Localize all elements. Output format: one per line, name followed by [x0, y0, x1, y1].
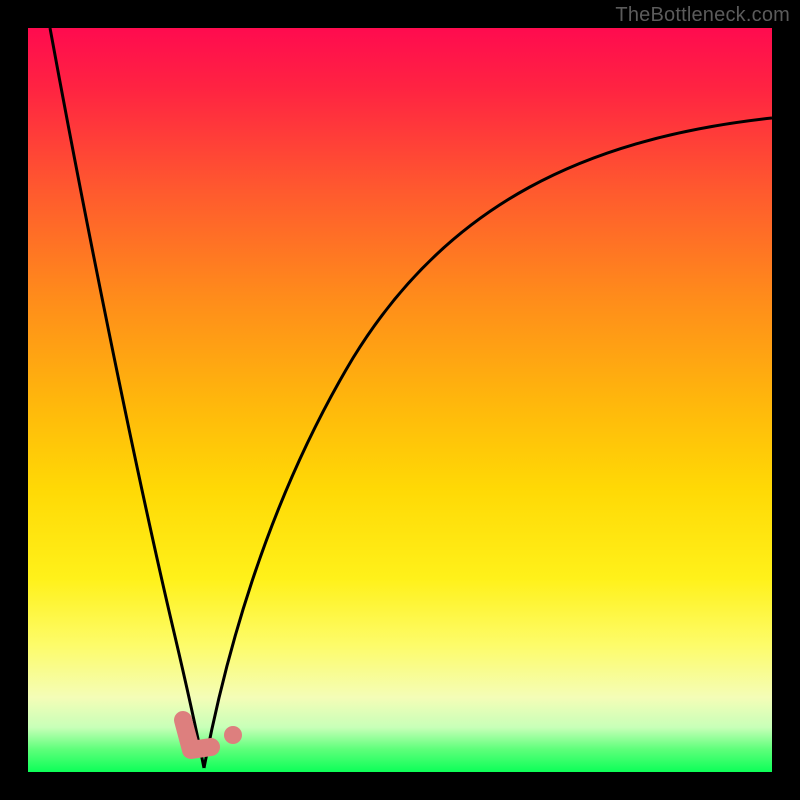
- right-branch-curve: [204, 118, 772, 768]
- chart-stage: TheBottleneck.com: [0, 0, 800, 800]
- curves-svg: [28, 28, 772, 772]
- attribution-text: TheBottleneck.com: [615, 4, 790, 27]
- plot-area: [28, 28, 772, 772]
- left-branch-curve: [50, 28, 204, 768]
- dot-marker-icon: [224, 726, 242, 744]
